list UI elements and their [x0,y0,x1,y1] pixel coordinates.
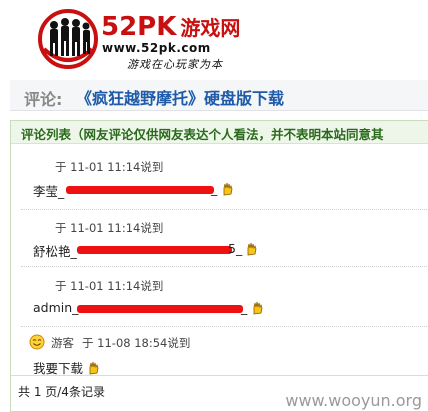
comment-meta: 于 11-01 11:14说到 [55,160,164,174]
comment-item: 于 11-01 11:14说到 admin_ _ [11,272,428,322]
redaction-mark [66,186,214,194]
comment-text: 舒松艳_ [33,241,77,260]
pager-top-border [11,375,428,376]
logo-title-en: 52PK [101,12,177,42]
comment-separator [21,209,428,210]
comments-header-text: 评论列表（网友评论仅供网友表达个人看法，并不表明本站同意其 [21,127,384,142]
page-title-bar: 评论: 《疯狂越野摩托》硬盘版下载 [10,80,428,111]
page-title-game-link[interactable]: 《疯狂越野摩托》硬盘版下载 [76,85,284,109]
comment-author-name: admin_ [33,300,79,315]
hand-icon [223,182,233,196]
redaction-mark [77,305,243,313]
comments-header: 评论列表（网友评论仅供网友表达个人看法，并不表明本站同意其 [11,121,428,144]
comment-meta: 于 11-01 11:14说到 [55,279,164,293]
comment-author-name: 李莹_ [33,184,65,199]
logo-title-cn: 游戏网 [180,16,241,40]
smiley-icon [29,334,45,350]
comment-text: admin_ [33,300,78,315]
comment-text: 李莹_ [33,181,64,200]
comment-author: 游客 [51,336,74,350]
comment-separator [21,266,428,267]
comment-author-name: 舒松艳_ [33,244,77,259]
logo-slogan: 游戏在心玩家为本 [127,58,223,71]
comment-item: 于 11-01 11:14说到 舒松艳_ 5_ [11,214,428,264]
site-header: 52PK 游戏网 www.52pk.com 游戏在心玩家为本 [0,0,428,76]
comment-text-tail: _ [241,300,248,315]
comment-meta: 于 11-01 11:14说到 [55,221,164,235]
comment-item: 游客 于 11-08 18:54说到 我要下载 [11,330,428,380]
watermark: www.wooyun.org [285,391,422,410]
logo-title: 52PK 游戏网 [101,12,240,42]
comment-meta: 于 11-08 18:54说到 [82,336,191,350]
comment-separator [21,326,428,327]
pagination: 共 1 页/4条记录 [18,385,105,399]
hand-icon [253,301,263,315]
comments-panel: 评论列表（网友评论仅供网友表达个人看法，并不表明本站同意其 于 11-01 11… [10,120,428,412]
comment-body: 我要下载 [33,361,84,376]
page-title-prefix: 评论: [24,90,63,109]
comment-text-tail: 5_ [228,241,243,256]
comment-item: 于 11-01 11:14说到 李莹_ _ [11,153,428,203]
redaction-mark [77,246,232,254]
comment-text-tail: _ [211,181,218,196]
logo-icon[interactable] [38,9,98,69]
logo-url: www.52pk.com [102,41,211,55]
hand-icon [247,242,257,256]
hand-icon [89,361,99,375]
